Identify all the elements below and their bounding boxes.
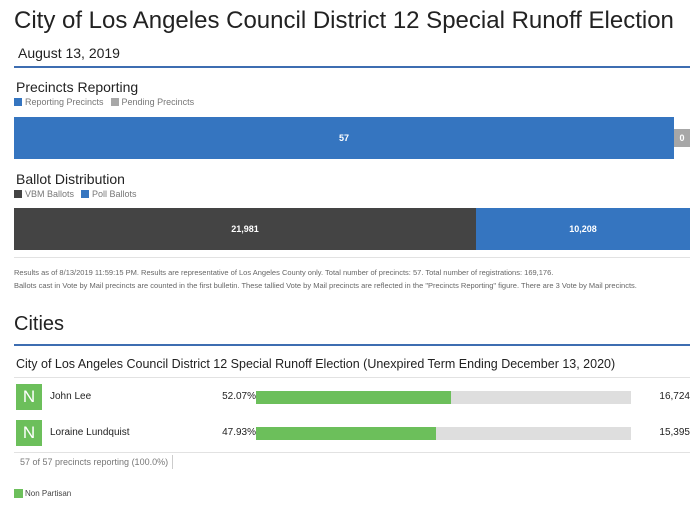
ballots-bar: 21,981 10,208: [14, 208, 690, 250]
vbm-segment: 21,981: [14, 208, 476, 250]
precincts-heading: Precincts Reporting: [16, 79, 139, 95]
ballots-legend: VBM Ballots Poll Ballots: [14, 189, 144, 199]
contest-divider: [14, 377, 690, 378]
poll-segment: 10,208: [476, 208, 690, 250]
non-partisan-swatch: [14, 489, 23, 498]
party-badge: N: [16, 420, 42, 446]
reporting-segment: 57: [14, 117, 674, 159]
legend-item-reporting: Reporting Precincts: [14, 97, 104, 107]
party-badge: N: [16, 384, 42, 410]
vbm-swatch: [14, 190, 22, 198]
legend-item-poll: Poll Ballots: [81, 189, 137, 199]
candidate-row: N Loraine Lundquist 47.93% 15,395: [16, 420, 690, 448]
legend-vbm-label: VBM Ballots: [25, 189, 75, 199]
candidate-row: N John Lee 52.07% 16,724: [16, 384, 690, 412]
candidate-name: Loraine Lundquist: [50, 427, 130, 438]
legend-item-vbm: VBM Ballots: [14, 189, 74, 199]
candidate-name: John Lee: [50, 391, 92, 402]
candidate-percent: 47.93%: [222, 427, 256, 438]
pending-count: 0: [679, 133, 685, 143]
reporting-count: 57: [338, 133, 349, 143]
election-date: August 13, 2019: [18, 45, 120, 61]
cities-heading: Cities: [14, 313, 65, 335]
results-divider: [14, 452, 690, 453]
party-legend: Non Partisan: [14, 489, 71, 498]
contest-title: City of Los Angeles Council District 12 …: [16, 357, 616, 371]
election-title: City of Los Angeles Council District 12 …: [14, 6, 686, 68]
legend-pending-label: Pending Precincts: [121, 97, 195, 107]
results-note-1: Results as of 8/13/2019 11:59:15 PM. Res…: [14, 268, 554, 277]
candidate-percent: 52.07%: [222, 391, 256, 402]
ballots-heading: Ballot Distribution: [16, 171, 125, 187]
poll-count: 10,208: [569, 224, 597, 234]
candidate-votes: 16,724: [659, 391, 690, 402]
legend-reporting-label: Reporting Precincts: [25, 97, 104, 107]
pending-segment: 0: [674, 129, 690, 147]
candidate-votes: 15,395: [659, 427, 690, 438]
vote-share-fill: [256, 427, 436, 440]
notes-divider: [14, 257, 690, 258]
cities-divider: [14, 344, 690, 346]
results-notes: Results as of 8/13/2019 11:59:15 PM. Res…: [14, 266, 690, 292]
pending-swatch: [110, 98, 119, 106]
precincts-legend: Reporting Precincts Pending Precincts: [14, 97, 201, 107]
precincts-reporting-summary: 57 of 57 precincts reporting (100.0%): [16, 455, 174, 469]
results-note-2: Ballots cast in Vote by Mail precincts a…: [14, 281, 637, 290]
non-partisan-label: Non Partisan: [25, 489, 72, 498]
precincts-bar: 57 0: [14, 117, 690, 159]
vbm-count: 21,981: [231, 224, 259, 234]
vote-share-track: [256, 391, 631, 404]
election-title-text: City of Los Angeles Council District 12 …: [14, 7, 674, 34]
title-divider: [14, 66, 690, 68]
vote-share-fill: [256, 391, 452, 404]
poll-swatch: [81, 190, 90, 198]
legend-item-pending: Pending Precincts: [110, 97, 195, 107]
legend-poll-label: Poll Ballots: [92, 189, 137, 199]
reporting-swatch: [14, 98, 22, 106]
vote-share-track: [256, 427, 631, 440]
